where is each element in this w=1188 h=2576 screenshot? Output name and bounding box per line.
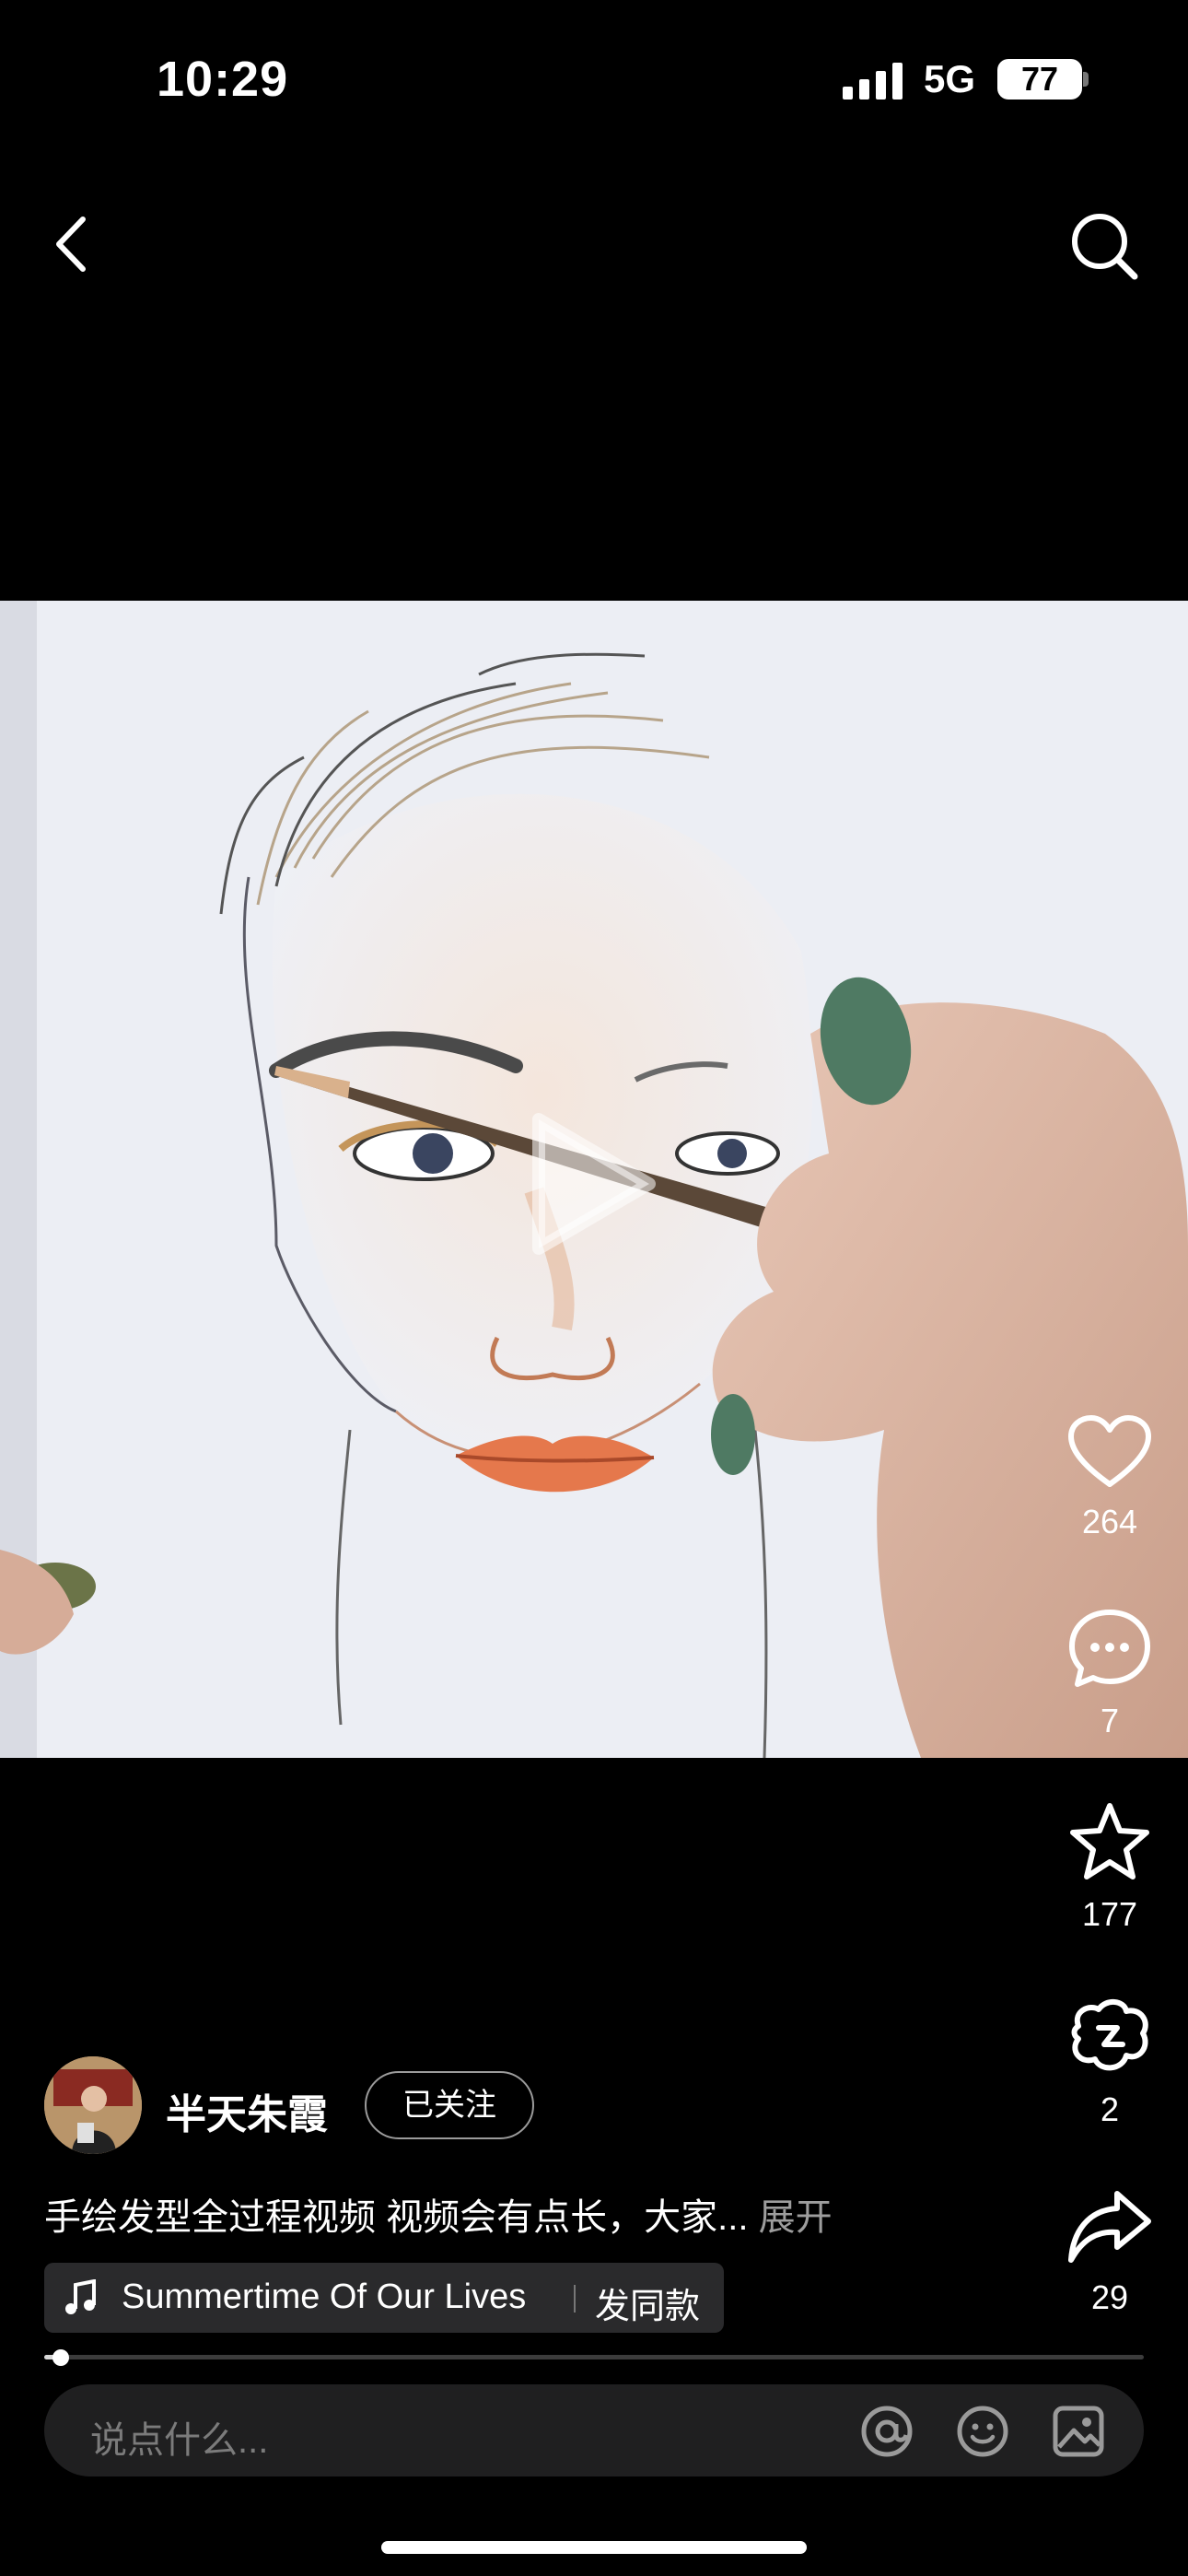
- like-button[interactable]: 264: [1050, 1414, 1170, 1541]
- description-text: 手绘发型全过程视频 视频会有点长，大家...: [44, 2197, 749, 2238]
- music-note-icon: [65, 2279, 96, 2314]
- home-indicator: [381, 2541, 807, 2554]
- avatar-image: [44, 2056, 142, 2154]
- emoji-icon[interactable]: [956, 2405, 1009, 2458]
- author-name[interactable]: 半天朱霞: [166, 2081, 328, 2140]
- favorite-button[interactable]: 177: [1050, 1801, 1170, 1934]
- share-button[interactable]: 29: [1050, 2188, 1170, 2317]
- search-icon[interactable]: [1068, 210, 1142, 284]
- heart-icon: [1068, 1415, 1151, 1487]
- progress-knob[interactable]: [52, 2349, 69, 2366]
- music-bar[interactable]: Summertime Of Our Lives 发同款: [44, 2263, 724, 2333]
- battery-cap: [1083, 72, 1089, 87]
- comment-input[interactable]: 说点什么...: [90, 2410, 268, 2464]
- status-time: 10:29: [157, 52, 289, 107]
- video-description: 手绘发型全过程视频 视频会有点长，大家... 展开: [44, 2187, 833, 2241]
- share-circle-count: 2: [1100, 2090, 1120, 2128]
- comment-button[interactable]: 7: [1050, 1608, 1170, 1740]
- music-title: Summertime Of Our Lives: [122, 2277, 527, 2316]
- back-icon[interactable]: [46, 212, 101, 276]
- play-icon[interactable]: [530, 1110, 658, 1258]
- at-icon[interactable]: [860, 2405, 914, 2458]
- share-circle-button[interactable]: 2: [1050, 1995, 1170, 2129]
- star-icon: [1070, 1803, 1149, 1879]
- signal-icon: [843, 63, 903, 100]
- progress-track[interactable]: [44, 2355, 1144, 2359]
- avatar[interactable]: [44, 2056, 142, 2154]
- network-label: 5G: [924, 57, 976, 100]
- share-circle-icon: [1071, 1999, 1148, 2071]
- follow-button[interactable]: 已关注: [365, 2071, 534, 2139]
- battery-icon: 77: [997, 59, 1082, 100]
- expand-link[interactable]: 展开: [759, 2197, 833, 2238]
- share-icon: [1068, 2191, 1151, 2263]
- use-sound-button[interactable]: 发同款: [595, 2277, 700, 2328]
- like-count: 264: [1081, 1503, 1138, 1540]
- favorite-count: 177: [1081, 1895, 1138, 1933]
- comment-icon: [1069, 1610, 1150, 1687]
- share-count: 29: [1090, 2278, 1129, 2316]
- comment-count: 7: [1100, 1702, 1120, 1739]
- music-divider: [574, 2285, 576, 2313]
- comment-input-bar[interactable]: 说点什么...: [44, 2384, 1144, 2476]
- image-icon[interactable]: [1052, 2405, 1105, 2458]
